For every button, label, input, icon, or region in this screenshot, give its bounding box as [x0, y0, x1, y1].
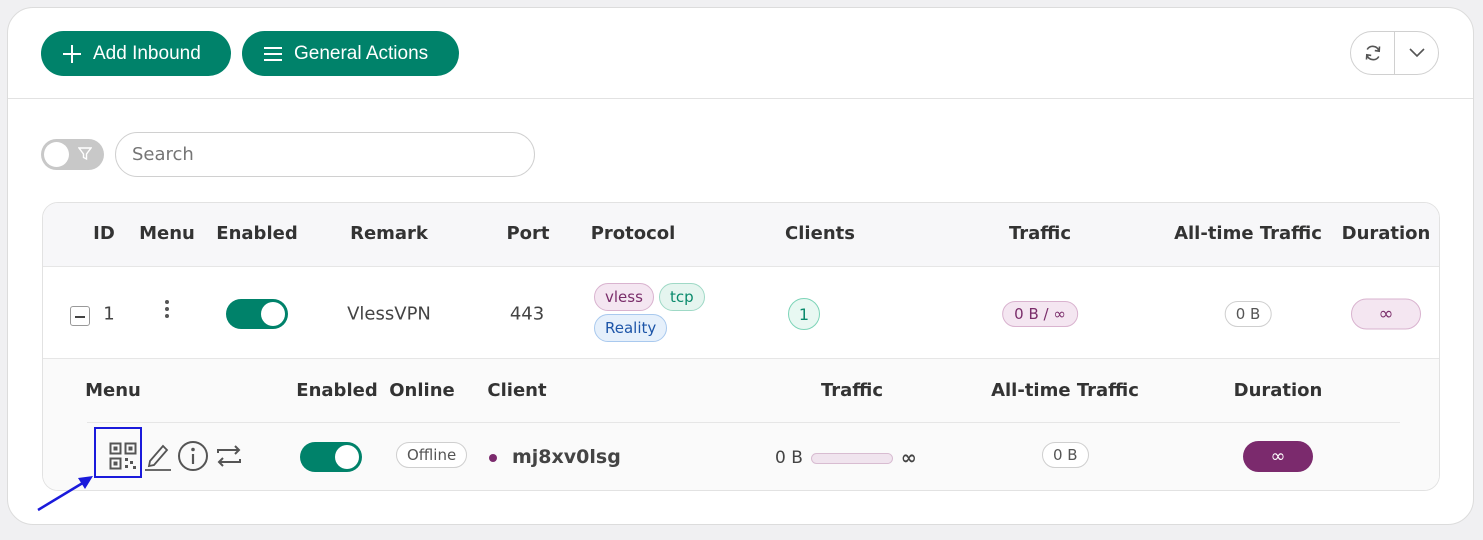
row-remark: VlessVPN	[347, 303, 431, 325]
minus-icon	[70, 306, 90, 326]
security-tag: Reality	[594, 314, 668, 342]
status-dot	[489, 454, 497, 462]
refresh-icon	[1365, 45, 1380, 61]
client-col-client: Client	[487, 380, 547, 401]
collapse-toggle[interactable]	[70, 306, 90, 326]
traffic-progress-bar	[810, 452, 893, 464]
client-alltime-badge: 0 B	[1042, 442, 1089, 468]
toolbar: Add Inbound General Actions	[8, 8, 1473, 99]
add-inbound-label: Add Inbound	[93, 42, 201, 64]
refresh-dropdown-button[interactable]	[1394, 32, 1438, 74]
client-traffic: 0 B ∞	[775, 447, 917, 469]
edit-icon[interactable]	[144, 441, 172, 471]
chevron-down-icon	[1408, 48, 1425, 58]
client-col-traffic: Traffic	[820, 380, 884, 401]
client-enabled-switch[interactable]	[300, 442, 362, 472]
col-id[interactable]: ID	[93, 223, 115, 244]
col-duration[interactable]: Duration	[1342, 223, 1431, 244]
protocol-tags: vless tcp Reality	[594, 283, 714, 342]
menu-icon	[264, 45, 282, 63]
client-col-duration: Duration	[1233, 380, 1323, 401]
search-input[interactable]	[115, 132, 535, 177]
inbounds-card: Add Inbound General Actions Search ID Me…	[7, 7, 1474, 525]
filter-toggle[interactable]	[41, 139, 104, 170]
col-protocol[interactable]: Protocol	[591, 223, 676, 244]
col-menu: Menu	[139, 223, 195, 244]
toggle-knob	[44, 142, 69, 167]
general-actions-button[interactable]: General Actions	[242, 31, 459, 76]
qrcode-highlight-box	[94, 427, 142, 478]
col-port[interactable]: Port	[506, 223, 549, 244]
client-col-enabled: Enabled	[296, 380, 378, 401]
col-enabled[interactable]: Enabled	[216, 223, 297, 244]
filter-icon	[78, 147, 92, 161]
plus-icon	[63, 44, 81, 63]
refresh-group	[1350, 31, 1439, 75]
row-enabled-switch[interactable]	[226, 299, 288, 329]
traffic-limit: ∞	[900, 447, 917, 469]
online-status-badge: Offline	[396, 442, 468, 468]
client-col-online: Online	[389, 380, 455, 401]
col-traffic[interactable]: Traffic	[1009, 223, 1071, 244]
col-clients[interactable]: Clients	[785, 223, 855, 244]
protocol-tag: vless	[594, 283, 654, 311]
traffic-badge: 0 B / ∞	[1002, 301, 1078, 327]
clients-header: Menu Enabled Online Client Traffic All-t…	[85, 359, 1400, 423]
clients-count-badge[interactable]: 1	[788, 298, 820, 330]
client-row: Offline mj8xv0lsg 0 B ∞ 0 B ∞	[43, 423, 1439, 490]
duration-badge: ∞	[1351, 298, 1421, 330]
row-menu-button[interactable]	[165, 297, 169, 321]
traffic-used: 0 B	[775, 448, 803, 468]
col-remark[interactable]: Remark	[350, 223, 428, 244]
table-row: 1 VlessVPN 443 vless tcp Reality 1 0 B /…	[43, 267, 1439, 359]
refresh-button[interactable]	[1351, 32, 1394, 74]
client-col-alltime: All-time Traffic	[991, 380, 1139, 401]
client-email: mj8xv0lsg	[512, 446, 621, 468]
info-icon[interactable]	[177, 440, 209, 472]
row-id: 1	[103, 303, 115, 325]
reset-traffic-icon[interactable]	[215, 443, 243, 469]
inbounds-table: ID Menu Enabled Remark Port Protocol Cli…	[42, 202, 1440, 491]
col-alltime[interactable]: All-time Traffic	[1174, 223, 1322, 244]
clients-subtable: Menu Enabled Online Client Traffic All-t…	[43, 359, 1439, 490]
table-header: ID Menu Enabled Remark Port Protocol Cli…	[43, 203, 1439, 267]
client-col-menu: Menu	[85, 380, 141, 401]
general-actions-label: General Actions	[294, 42, 429, 64]
client-duration-badge: ∞	[1243, 441, 1313, 472]
row-port: 443	[509, 303, 545, 325]
alltime-badge: 0 B	[1224, 301, 1272, 327]
add-inbound-button[interactable]: Add Inbound	[41, 31, 231, 76]
network-tag: tcp	[659, 283, 705, 311]
